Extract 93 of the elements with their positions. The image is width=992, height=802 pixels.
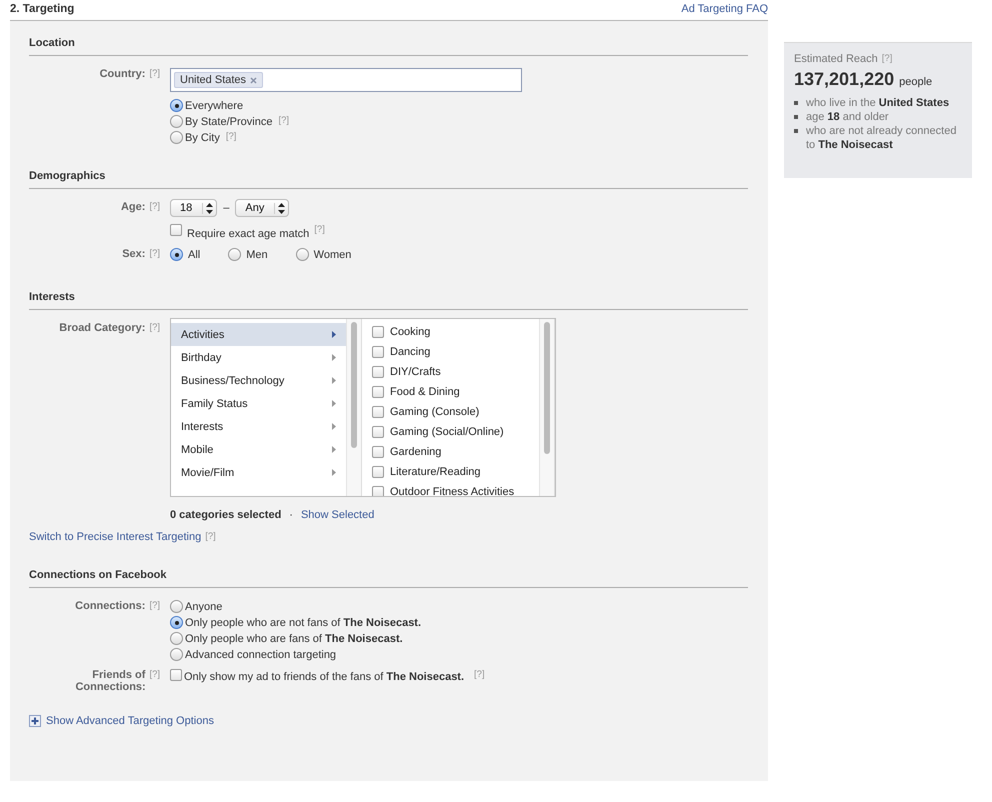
option-label: Advanced connection targeting: [185, 648, 336, 660]
section-heading: Location: [29, 37, 748, 56]
radio-button[interactable]: [170, 99, 183, 112]
reach-criterion: age 18 and older: [806, 110, 889, 124]
category-item[interactable]: Birthday: [171, 346, 346, 369]
checkbox-label: DIY/Crafts: [390, 366, 441, 378]
radio-button[interactable]: [170, 600, 183, 613]
caret-icon: [332, 446, 336, 453]
age-to-select[interactable]: Any: [235, 199, 290, 217]
checkbox[interactable]: [372, 466, 384, 478]
bullet-icon: [794, 101, 798, 105]
section-heading: Demographics: [29, 170, 748, 189]
category-item[interactable]: Activities: [171, 323, 346, 346]
checkbox-label: Require exact age match: [187, 228, 310, 240]
checkbox[interactable]: [372, 386, 384, 398]
caret-icon: [332, 423, 336, 430]
checkbox-label: Only show my ad to friends of the fans of The Noisecast.: [184, 671, 464, 683]
caret-icon: [332, 331, 336, 338]
checkbox[interactable]: [372, 426, 384, 438]
category-item[interactable]: Business/Technology: [171, 369, 346, 392]
section-heading: Interests: [29, 291, 748, 310]
age-from-select[interactable]: 18: [170, 199, 218, 217]
checkbox[interactable]: [372, 486, 384, 496]
reach-unit: people: [899, 76, 932, 88]
field-label: Age:: [120, 201, 146, 213]
stepper-icon: [202, 202, 214, 214]
option-label: All: [188, 248, 200, 260]
precise-targeting-link[interactable]: Switch to Precise Interest Targeting: [29, 531, 202, 543]
caret-icon: [332, 400, 336, 407]
show-selected-link[interactable]: Show Selected: [300, 509, 374, 521]
bullet-icon: [794, 115, 798, 119]
expand-icon: [29, 715, 41, 727]
radio-button[interactable]: [228, 248, 242, 261]
checkbox[interactable]: [372, 446, 384, 458]
category-item[interactable]: Interests: [171, 415, 346, 438]
category-item[interactable]: Mobile: [171, 438, 346, 461]
option-label: Women: [314, 248, 352, 260]
caret-icon: [332, 469, 336, 476]
option-label: Only people who are fans of The Noisecast.: [185, 632, 403, 644]
stepper-icon: [274, 202, 286, 214]
radio-button[interactable]: [170, 616, 183, 629]
section-title: 2. Targeting: [10, 3, 74, 17]
checkbox-label: Food & Dining: [390, 386, 460, 398]
caret-icon: [332, 377, 336, 384]
option-label: By City: [185, 132, 220, 144]
option-label: Everywhere: [185, 100, 244, 112]
category-item[interactable]: Family Status: [171, 392, 346, 415]
checkbox[interactable]: [170, 669, 182, 681]
checkbox-label: Dancing: [390, 346, 430, 358]
reach-criterion: who live in the United States: [806, 96, 950, 110]
radio-button[interactable]: [170, 632, 183, 645]
bullet-icon: [794, 129, 798, 133]
checkbox[interactable]: [170, 224, 182, 236]
field-label: Country:: [100, 68, 146, 80]
advanced-options-link[interactable]: Show Advanced Targeting Options: [46, 715, 214, 727]
checkbox[interactable]: [372, 406, 384, 418]
section-heading: Connections on Facebook: [29, 569, 748, 588]
radio-button[interactable]: [170, 115, 183, 128]
checkbox-label: Cooking: [390, 326, 430, 338]
field-label: Broad Category:: [59, 322, 146, 334]
checkbox-label: Gaming (Social/Online): [390, 426, 504, 438]
checkbox-label: Gaming (Console): [390, 406, 480, 418]
radio-button[interactable]: [170, 131, 183, 144]
range-separator: –: [223, 202, 230, 214]
remove-icon: [250, 76, 258, 84]
checkbox[interactable]: [372, 366, 384, 378]
reach-title: Estimated Reach: [794, 53, 878, 65]
checkbox[interactable]: [372, 346, 384, 358]
checkbox-label: Gardening: [390, 446, 442, 458]
option-label: Only people who are not fans of The Noisecast.: [185, 616, 422, 628]
reach-count: 137,201,220: [794, 69, 894, 90]
option-label: By State/Province: [185, 116, 272, 128]
option-label: Men: [246, 248, 268, 260]
checkbox-label: Literature/Reading: [390, 466, 481, 478]
radio-button[interactable]: [170, 648, 183, 661]
scrollbar[interactable]: [346, 319, 362, 496]
country-token: United States: [174, 72, 264, 88]
field-label: Friends of Connections:: [75, 669, 146, 693]
checkbox[interactable]: [372, 326, 384, 338]
faq-link[interactable]: Ad Targeting FAQ: [681, 3, 768, 20]
checkbox-label: Outdoor Fitness Activities: [390, 486, 514, 496]
field-label: Connections:: [75, 600, 146, 612]
radio-button[interactable]: [170, 248, 183, 261]
field-label: Sex:: [122, 248, 146, 260]
radio-button[interactable]: [296, 248, 309, 261]
category-item[interactable]: Movie/Film: [171, 461, 346, 484]
selection-count: 0 categories selected: [170, 509, 282, 521]
scrollbar[interactable]: [539, 319, 555, 496]
reach-criterion: who are not already connected to The Noisecast: [806, 124, 958, 152]
caret-icon: [332, 354, 336, 361]
separator-dot: ·: [289, 509, 293, 521]
option-label: Anyone: [185, 600, 222, 612]
country-field[interactable]: United States: [170, 68, 522, 92]
